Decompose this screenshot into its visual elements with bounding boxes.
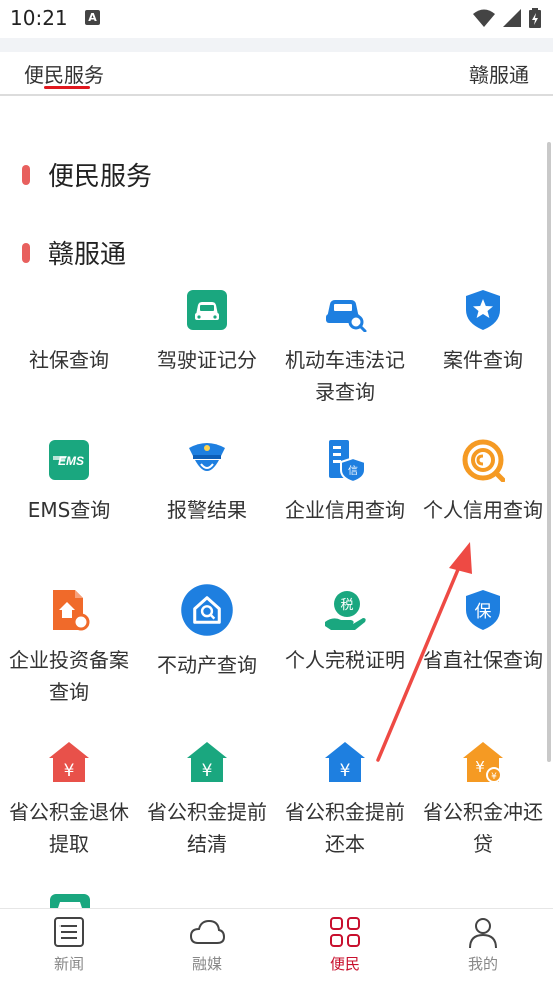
tab-bianmin-service[interactable]: 便民服务 <box>24 59 104 88</box>
scrollbar[interactable] <box>547 142 551 762</box>
grid-item-label: 省公积金提前还本 <box>285 800 405 856</box>
grid-item-alarm-result[interactable]: 报警结果 <box>138 438 276 526</box>
fund-repay-icon: ¥ <box>325 742 365 782</box>
nav-item-media[interactable]: 融媒 <box>138 915 276 974</box>
grid-item-fund-retire-withdraw[interactable]: ¥ 省公积金退休提取 <box>0 740 138 860</box>
grid-item-enterprise-credit[interactable]: 信 企业信用查询 <box>276 438 414 526</box>
system-icons <box>473 8 541 28</box>
tax-certificate-icon: 税 <box>325 591 366 630</box>
grid-item-label: 个人完税证明 <box>285 648 405 672</box>
real-estate-icon <box>181 584 233 636</box>
grid-item-label: EMS查询 <box>27 498 111 522</box>
section-mark <box>22 242 30 263</box>
grid-item-ems-query[interactable]: EMS EMS查询 <box>0 438 138 526</box>
car-search-icon <box>326 300 367 332</box>
personal-credit-icon <box>462 439 505 482</box>
police-officer-icon <box>189 443 225 471</box>
tab-active-indicator <box>44 86 90 89</box>
svg-text:税: 税 <box>340 598 353 613</box>
grid-item-fund-early-repay[interactable]: ¥ 省公积金提前还本 <box>276 740 414 860</box>
grid-item-label: 驾驶证记分 <box>157 348 257 372</box>
nav-label: 便民 <box>329 955 360 973</box>
top-gap <box>0 38 553 52</box>
section-title-ganfutong: 赣服通 <box>22 234 126 271</box>
grid-item-label: 企业信用查询 <box>285 498 405 522</box>
grid-item-label: 机动车违法记录查询 <box>285 348 405 404</box>
grid-item-fund-offset-loan[interactable]: ¥ ¥ 省公积金冲还贷 <box>414 740 552 860</box>
grid-item-case-query[interactable]: 案件查询 <box>414 288 552 376</box>
grid-item-label: 省公积金退休提取 <box>9 800 129 856</box>
nav-label: 融媒 <box>191 955 222 973</box>
person-icon <box>469 918 497 949</box>
grid-item-label: 省直社保查询 <box>423 648 543 672</box>
enterprise-credit-icon: 信 <box>329 440 366 482</box>
svg-text:¥: ¥ <box>491 772 497 782</box>
wifi-icon <box>473 9 495 27</box>
section-title-text: 赣服通 <box>48 240 127 270</box>
nav-item-mine[interactable]: 我的 <box>414 915 552 974</box>
svg-text:保: 保 <box>475 602 492 622</box>
grid-item-provincial-social-security[interactable]: 保 省直社保查询 <box>414 588 552 676</box>
nav-label: 新闻 <box>53 955 84 973</box>
fund-retire-icon: ¥ <box>49 742 89 782</box>
svg-text:信: 信 <box>348 465 358 477</box>
next-row-icon-partial <box>50 894 90 908</box>
fund-settle-icon: ¥ <box>187 742 227 782</box>
notification-a-icon: A <box>85 10 100 25</box>
grid-item-enterprise-investment[interactable]: 企业投资备案查询 <box>0 588 138 708</box>
section-mark <box>22 164 30 185</box>
car-icon <box>187 290 227 330</box>
grid-item-vehicle-violation[interactable]: 机动车违法记录查询 <box>276 288 414 408</box>
ems-icon: EMS <box>49 440 89 480</box>
grid-item-real-estate[interactable]: 不动产查询 <box>138 584 276 681</box>
top-tabs: 便民服务 赣服通 <box>0 52 553 96</box>
grid-item-label: 省公积金提前结清 <box>147 800 267 856</box>
grid-item-fund-early-settle[interactable]: ¥ 省公积金提前结清 <box>138 740 276 860</box>
nav-item-bianmin[interactable]: 便民 <box>276 915 414 974</box>
status-bar: 10:21 A <box>0 0 553 38</box>
grid-item-label: 企业投资备案查询 <box>9 648 129 704</box>
grid-item-label: 案件查询 <box>443 348 523 372</box>
signal-icon <box>503 9 521 27</box>
svg-text:EMS: EMS <box>58 454 84 468</box>
grid-item-driving-license-points[interactable]: 驾驶证记分 <box>138 288 276 376</box>
police-shield-icon <box>466 290 500 330</box>
grid-item-label: 省公积金冲还贷 <box>423 800 543 856</box>
svg-text:¥: ¥ <box>340 761 351 781</box>
svg-text:¥: ¥ <box>475 758 485 776</box>
bottom-nav: 新闻 融媒 便民 我的 <box>0 908 553 984</box>
grid-item-label: 社保查询 <box>29 348 109 372</box>
provincial-social-security-icon: 保 <box>466 590 500 630</box>
cloud-icon <box>189 919 226 944</box>
battery-icon <box>529 8 541 28</box>
grid-icon <box>330 917 360 947</box>
tab-ganfutong[interactable]: 赣服通 <box>469 59 529 88</box>
news-icon <box>54 917 84 947</box>
nav-item-news[interactable]: 新闻 <box>0 915 138 974</box>
svg-text:¥: ¥ <box>64 761 75 781</box>
grid-item-label: 报警结果 <box>167 498 247 522</box>
grid-item-personal-credit[interactable]: 个人信用查询 <box>414 438 552 526</box>
enterprise-investment-icon <box>53 590 90 631</box>
nav-label: 我的 <box>467 955 498 973</box>
grid-item-label: 个人信用查询 <box>423 498 543 522</box>
social-security-icon-art <box>47 288 91 332</box>
grid-item-label: 不动产查询 <box>157 653 257 677</box>
svg-text:¥: ¥ <box>202 761 213 781</box>
status-time: 10:21 <box>10 6 68 30</box>
fund-offset-icon: ¥ ¥ <box>463 742 503 783</box>
section-title-text: 便民服务 <box>48 162 153 192</box>
content-area[interactable]: 便民服务 赣服通 社保查询 驾驶证记分 机动车违法记录查询 案件查询 EMS E… <box>0 98 553 908</box>
grid-item-tax-certificate[interactable]: 税 个人完税证明 <box>276 588 414 676</box>
section-title-bianmin: 便民服务 <box>22 156 152 193</box>
